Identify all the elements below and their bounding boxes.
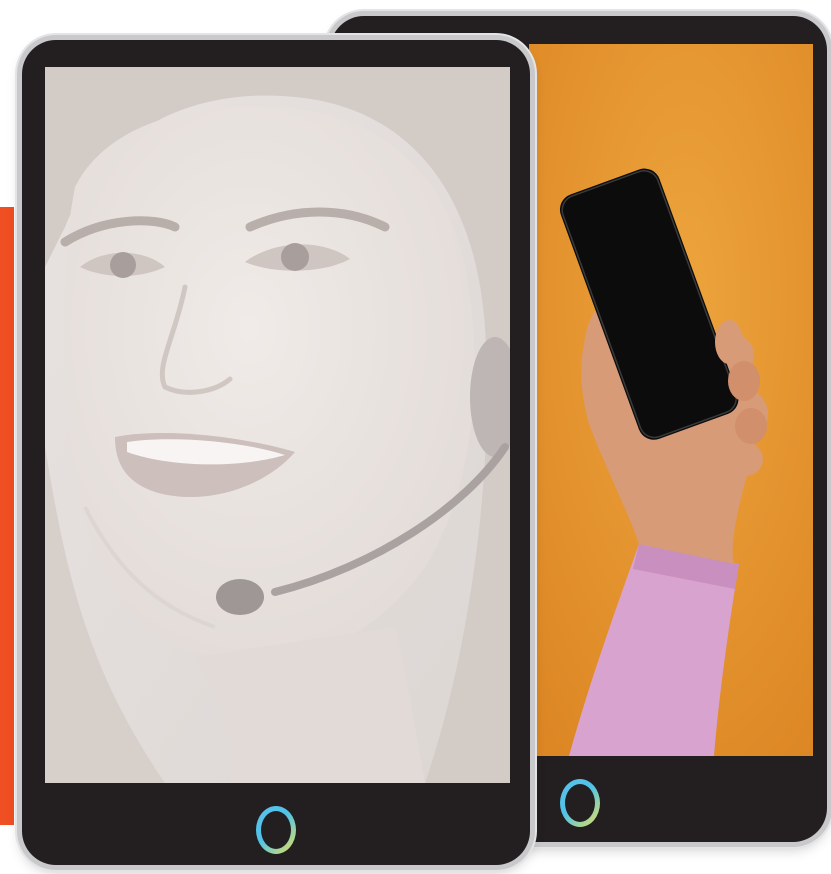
face [64,106,475,663]
headset-mic-tip [216,579,264,615]
tablet-left-screen [45,67,510,783]
accent-bar [0,207,14,825]
tablet-right-screen [529,44,813,756]
home-button-left[interactable] [256,806,296,854]
hand-phone-photo [529,44,813,756]
home-button-right[interactable] [560,779,600,827]
woman-headset-photo [45,67,510,783]
tablet-left [22,40,530,865]
